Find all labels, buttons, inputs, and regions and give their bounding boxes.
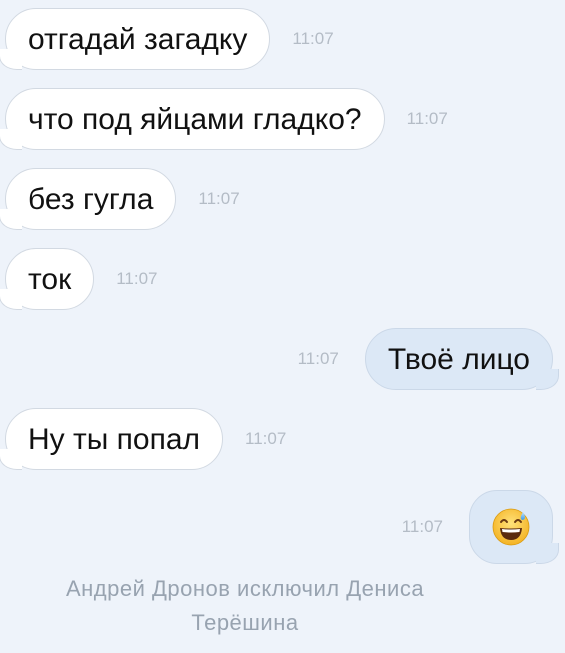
message-text: отгадай загадку [28, 23, 248, 56]
message-row: без гугла 11:07 [5, 168, 240, 230]
message-time: 11:07 [401, 517, 443, 536]
grinning-face-with-sweat-icon [492, 508, 530, 546]
outgoing-message-bubble[interactable]: Твоё лицо [364, 328, 560, 390]
incoming-message-bubble[interactable]: без гугла [5, 168, 177, 230]
message-time: 11:07 [297, 349, 339, 368]
message-row: 11:07 Твоё лицо [297, 328, 560, 390]
message-time: 11:07 [245, 429, 287, 448]
system-message-line: Андрей Дронов исключил Дениса [65, 576, 425, 601]
message-time: 11:07 [406, 109, 448, 128]
message-time: 11:07 [198, 189, 240, 208]
message-row: что под яйцами гладко? 11:07 [5, 88, 448, 150]
message-text: Твоё лицо [387, 343, 530, 376]
incoming-message-bubble[interactable]: ток [5, 248, 95, 310]
message-row: 11:07 [401, 490, 559, 564]
message-text: что под яйцами гладко? [28, 103, 362, 136]
message-time: 11:07 [116, 269, 158, 288]
message-text: без гугла [28, 183, 154, 216]
message-row: ток 11:07 [5, 248, 158, 310]
outgoing-message-bubble[interactable] [469, 490, 559, 564]
chat-message-list[interactable]: отгадай загадку 11:07 что под яйцами гла… [0, 0, 565, 653]
incoming-message-bubble[interactable]: отгадай загадку [5, 8, 271, 70]
message-text: ток [28, 263, 72, 296]
system-message-line: Терёшина [191, 610, 299, 635]
incoming-message-bubble[interactable]: Ну ты попал [5, 408, 224, 470]
message-row: отгадай загадку 11:07 [5, 8, 334, 70]
message-row: Ну ты попал 11:07 [5, 408, 286, 470]
message-text: Ну ты попал [28, 423, 201, 456]
message-time: 11:07 [292, 29, 334, 48]
incoming-message-bubble[interactable]: что под яйцами гладко? [5, 88, 385, 150]
system-message: Андрей Дронов исключил Дениса Терёшина [0, 572, 490, 640]
